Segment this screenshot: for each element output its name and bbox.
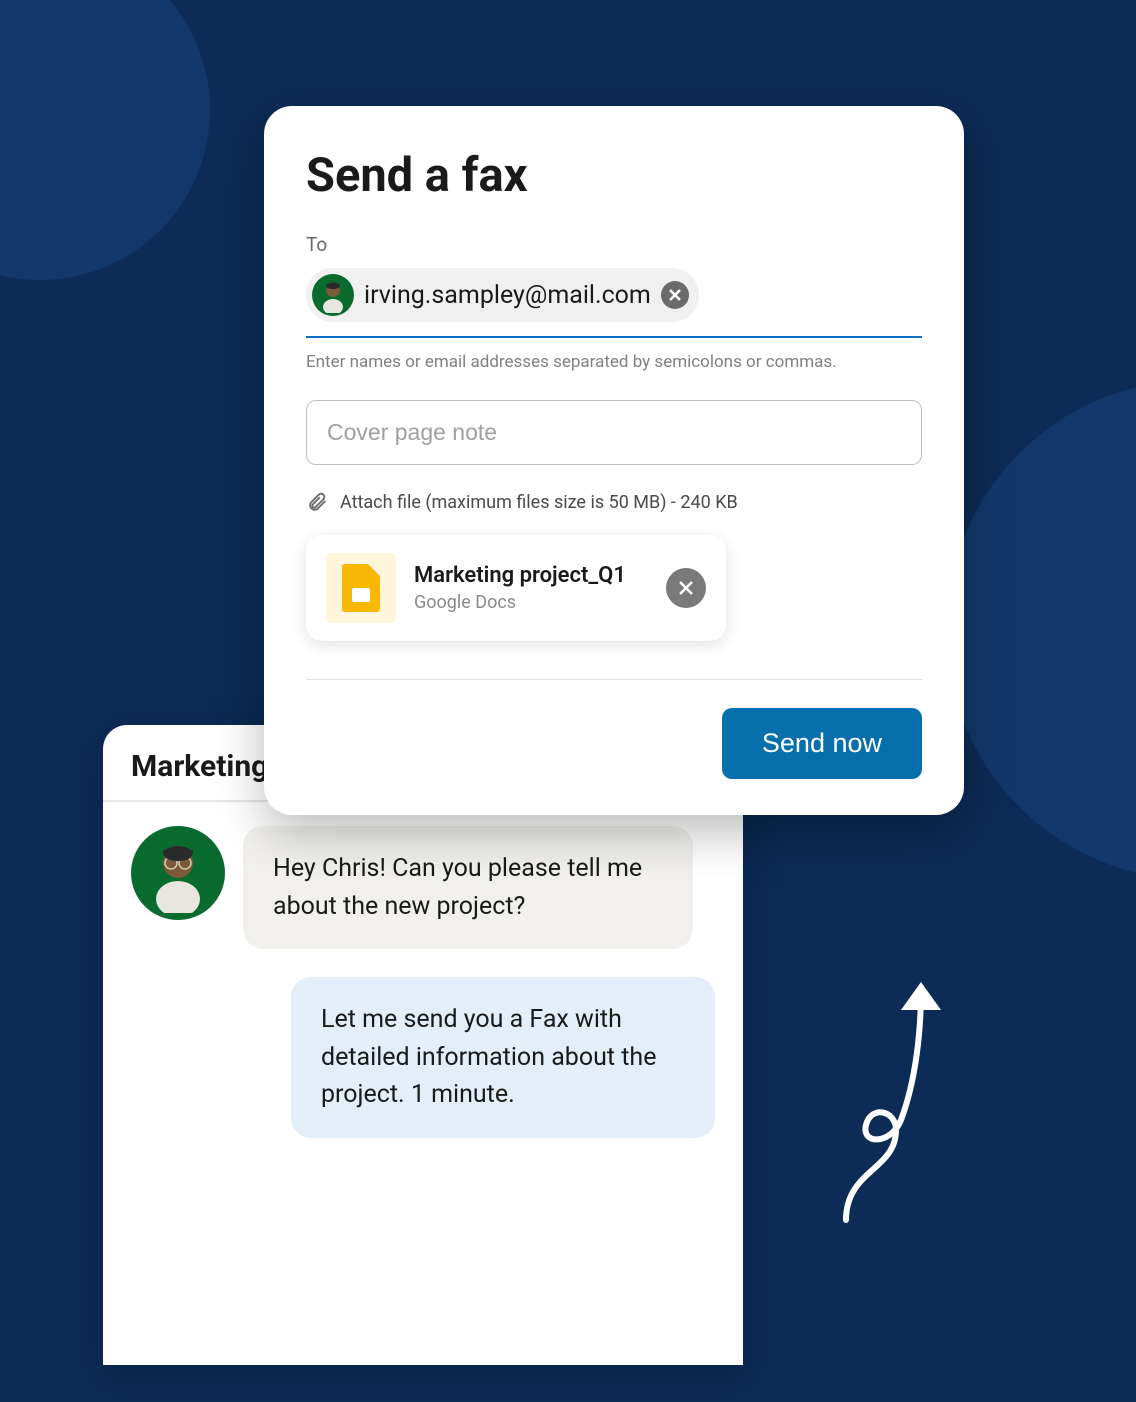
send-fax-modal: Send a fax To irving.sampley@mail.com En… bbox=[264, 106, 964, 815]
send-now-button[interactable]: Send now bbox=[722, 708, 922, 779]
attachment-card: Marketing project_Q1 Google Docs bbox=[306, 535, 726, 641]
remove-recipient-button[interactable] bbox=[661, 281, 689, 309]
chat-message-row: Let me send you a Fax with detailed info… bbox=[131, 977, 715, 1138]
background-circle bbox=[946, 380, 1136, 880]
arrow-decoration bbox=[816, 970, 956, 1230]
to-label: To bbox=[306, 233, 922, 256]
attach-label: Attach file (maximum files size is 50 MB… bbox=[340, 492, 738, 513]
chat-message-row: Hey Chris! Can you please tell me about … bbox=[131, 826, 715, 949]
recipient-input[interactable]: irving.sampley@mail.com bbox=[306, 268, 922, 338]
chat-panel: Marketing Hey Chris! Can you please tell… bbox=[103, 725, 743, 1365]
divider bbox=[306, 679, 922, 680]
paperclip-icon bbox=[306, 491, 328, 513]
chat-bubble-incoming: Hey Chris! Can you please tell me about … bbox=[243, 826, 693, 949]
avatar bbox=[131, 826, 225, 920]
attachment-source: Google Docs bbox=[414, 592, 648, 613]
background-circle bbox=[0, 0, 210, 280]
attach-file-row[interactable]: Attach file (maximum files size is 50 MB… bbox=[306, 491, 922, 513]
chat-bubble-outgoing: Let me send you a Fax with detailed info… bbox=[291, 977, 715, 1138]
remove-attachment-button[interactable] bbox=[666, 568, 706, 608]
google-slides-icon bbox=[326, 553, 396, 623]
attachment-name: Marketing project_Q1 bbox=[414, 563, 648, 588]
recipient-help-text: Enter names or email addresses separated… bbox=[306, 352, 922, 372]
cover-note-input[interactable] bbox=[306, 400, 922, 465]
attachment-meta: Marketing project_Q1 Google Docs bbox=[414, 563, 648, 613]
chat-body: Hey Chris! Can you please tell me about … bbox=[103, 802, 743, 1162]
recipient-email: irving.sampley@mail.com bbox=[364, 281, 651, 310]
modal-actions: Send now bbox=[306, 708, 922, 779]
recipient-chip[interactable]: irving.sampley@mail.com bbox=[306, 268, 699, 322]
avatar bbox=[312, 274, 354, 316]
modal-title: Send a fax bbox=[306, 148, 922, 203]
